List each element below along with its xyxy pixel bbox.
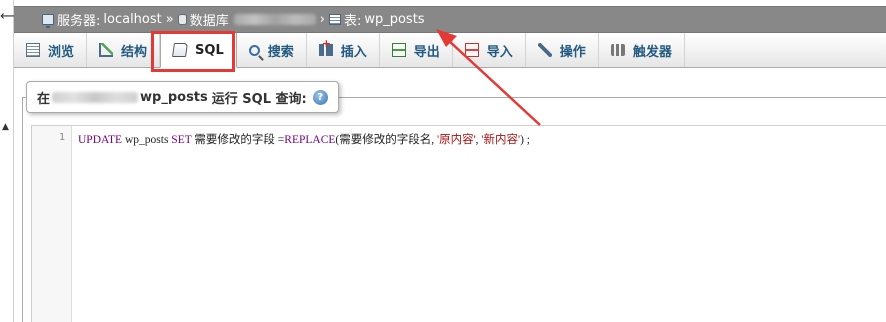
function-replace: REPLACE	[284, 134, 336, 146]
browse-icon	[26, 43, 40, 57]
tab-insert-label: 插入	[340, 44, 367, 60]
structure-icon	[99, 43, 114, 57]
query-box-table-name: wp_posts	[140, 89, 208, 105]
tab-insert[interactable]: 插入	[307, 33, 380, 67]
breadcrumb-table-name: wp_posts	[364, 12, 425, 27]
tab-import[interactable]: 导入	[453, 33, 526, 67]
keyword-update: UPDATE	[78, 134, 123, 146]
tab-browse-label: 浏览	[48, 44, 75, 60]
breadcrumb-server-name: localhost	[103, 12, 162, 27]
help-icon[interactable]: ?	[312, 89, 328, 105]
breadcrumb-separator: »	[165, 12, 174, 27]
breadcrumb-database[interactable]: 数据库	[177, 10, 316, 29]
tab-triggers[interactable]: 触发器	[599, 33, 685, 67]
insert-icon	[318, 37, 333, 56]
sql-icon	[172, 43, 189, 57]
string-old-content: '原内容'	[437, 134, 476, 146]
query-box-legend: 在 wp_posts 运行 SQL 查询: ?	[26, 81, 339, 113]
code-tail: ) ;	[520, 134, 530, 146]
sql-editor[interactable]: 1 UPDATE wp_posts SET 需要修改的字段 =REPLACE(需…	[31, 125, 886, 322]
breadcrumb-separator-2: ›	[319, 12, 325, 27]
tab-operations[interactable]: 操作	[526, 33, 599, 67]
breadcrumb: 服务器: localhost » 数据库 › 表: wp_posts	[14, 6, 886, 33]
export-icon	[391, 43, 406, 57]
tab-export[interactable]: 导出	[380, 33, 453, 67]
tab-sql-label: SQL	[195, 42, 224, 58]
line-number: 1	[58, 132, 65, 143]
tab-operations-label: 操作	[559, 44, 586, 60]
tab-browse[interactable]: 浏览	[14, 33, 88, 67]
query-box-prefix: 在	[37, 91, 51, 107]
tab-search-label: 搜索	[267, 44, 294, 60]
scroll-up-icon[interactable]: ▲	[2, 122, 9, 132]
tab-import-label: 导入	[486, 44, 513, 60]
redacted-database-name	[52, 91, 139, 103]
breadcrumb-table-label: 表:	[343, 14, 362, 29]
code-table: wp_posts	[122, 134, 172, 146]
breadcrumb-server-label: 服务器:	[57, 14, 101, 29]
table-tabs: 浏览 结构 SQL 搜索 插入 导出 导入 操作 触发器	[14, 33, 886, 68]
query-box-suffix: 运行 SQL 查询:	[211, 91, 307, 107]
database-icon	[177, 14, 187, 25]
server-icon	[42, 14, 54, 28]
table-icon	[328, 14, 341, 25]
wrench-icon	[537, 43, 552, 57]
tab-search[interactable]: 搜索	[237, 33, 307, 67]
collapse-navigation-button[interactable]: ⟵	[0, 4, 19, 30]
breadcrumb-database-label: 数据库	[189, 14, 229, 29]
sql-code-line[interactable]: UPDATE wp_posts SET 需要修改的字段 =REPLACE(需要修…	[78, 131, 530, 147]
breadcrumb-table[interactable]: 表: wp_posts	[328, 10, 425, 29]
string-new-content: '新内容'	[481, 134, 521, 146]
code-args-open: (需要修改的字段名,	[335, 134, 438, 146]
tab-export-label: 导出	[413, 44, 440, 60]
search-icon	[248, 44, 260, 56]
keyword-set: SET	[171, 134, 192, 146]
line-number-gutter: 1	[32, 126, 72, 322]
tab-structure-label: 结构	[121, 44, 148, 60]
tab-triggers-label: 触发器	[632, 44, 672, 60]
triggers-icon	[610, 44, 625, 56]
main-content: 在 wp_posts 运行 SQL 查询: ? 1 UPDATE wp_post…	[14, 69, 886, 322]
navigation-gutter: ⟵ ▲	[0, 0, 19, 322]
redacted-database-name	[233, 14, 316, 25]
tab-sql[interactable]: SQL	[160, 33, 237, 68]
import-icon	[464, 43, 479, 57]
breadcrumb-server[interactable]: 服务器: localhost	[42, 10, 162, 29]
code-field: 需要修改的字段 =	[191, 134, 285, 146]
tab-structure[interactable]: 结构	[87, 33, 161, 67]
